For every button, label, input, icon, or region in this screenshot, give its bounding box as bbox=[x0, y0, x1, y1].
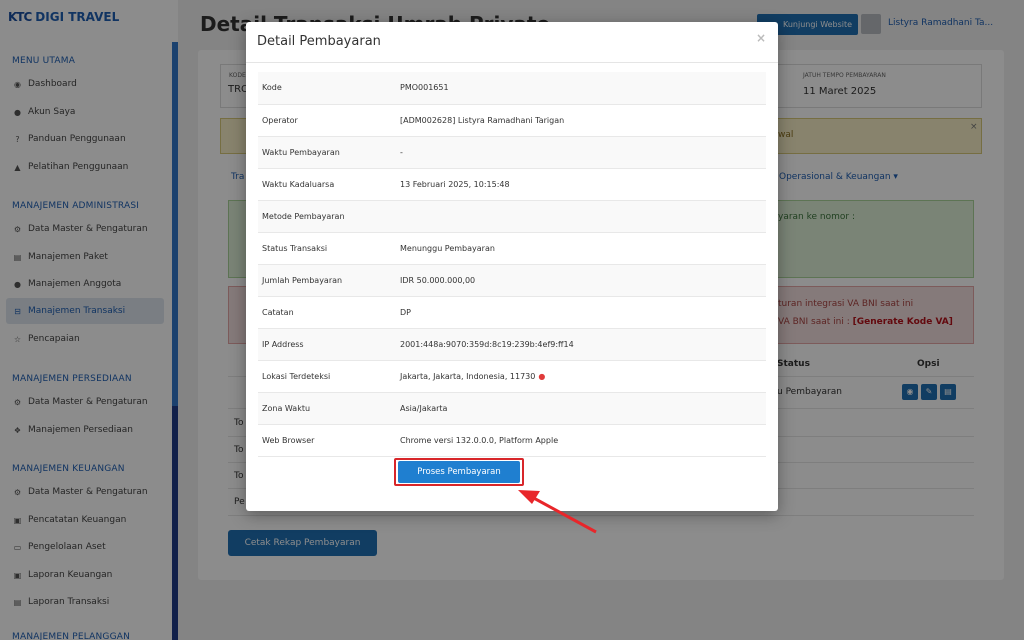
arrow-shaft bbox=[529, 494, 597, 534]
annotation-arrow-icon bbox=[518, 490, 597, 534]
arrow-head bbox=[518, 490, 540, 504]
